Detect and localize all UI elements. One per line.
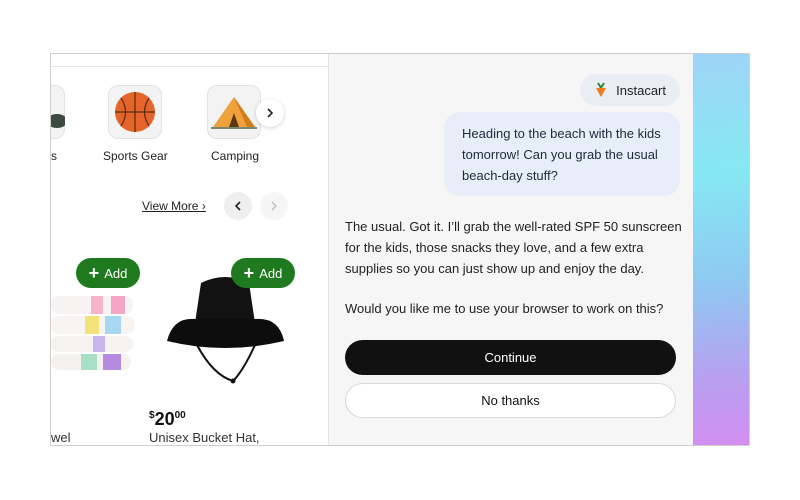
pill-label: Instacart: [616, 82, 666, 98]
product-name[interactable]: Unisex Bucket Hat,: [149, 430, 260, 445]
plus-icon: +: [243, 263, 255, 283]
chevron-right-icon: ›: [201, 199, 206, 213]
shop-panel: s Sports Gear Camping View More › + Add …: [51, 54, 328, 445]
continue-button[interactable]: Continue: [345, 340, 676, 375]
assistant-question: Would you like me to use your browser to…: [345, 301, 664, 316]
category-label-partial: s: [51, 149, 57, 163]
product-price: $2000: [149, 409, 186, 429]
assistant-chat-panel: Instacart Heading to the beach with the …: [328, 54, 693, 445]
divider: [51, 66, 328, 67]
no-thanks-button[interactable]: No thanks: [345, 383, 676, 418]
bucket-hat-icon: [167, 277, 284, 384]
carrot-icon: [596, 82, 607, 97]
no-thanks-button-label: No thanks: [481, 393, 540, 408]
add-button-label: Add: [259, 265, 283, 281]
view-more-link[interactable]: View More ›: [142, 199, 206, 213]
instacart-context-pill[interactable]: Instacart: [580, 74, 680, 106]
carousel-prev-button[interactable]: [224, 192, 252, 220]
assistant-message: The usual. Got it. I’ll grab the well-ra…: [345, 219, 682, 276]
categories-next-button[interactable]: [256, 99, 284, 127]
plus-icon: +: [88, 263, 100, 283]
browser-frame: s Sports Gear Camping View More › + Add …: [50, 53, 750, 446]
category-label-sports-gear: Sports Gear: [103, 149, 168, 163]
add-button-label: Add: [104, 265, 128, 281]
user-message-bubble: Heading to the beach with the kids tomor…: [444, 112, 680, 196]
category-camping[interactable]: [207, 85, 261, 139]
carousel-next-button[interactable]: [260, 192, 288, 220]
add-to-cart-button[interactable]: + Add: [76, 258, 140, 288]
chevron-right-icon: [271, 201, 278, 211]
chevron-left-icon: [234, 201, 241, 211]
chevron-right-icon: [267, 108, 274, 118]
tent-icon: [211, 97, 257, 129]
category-sports-gear[interactable]: [108, 85, 162, 139]
continue-button-label: Continue: [484, 350, 537, 365]
add-to-cart-button[interactable]: + Add: [231, 258, 295, 288]
user-message-text: Heading to the beach with the kids tomor…: [462, 126, 661, 183]
category-label-camping: Camping: [211, 149, 260, 163]
product-name: wel: [51, 430, 71, 445]
basketball-icon: [115, 92, 155, 132]
view-more-label: View More: [142, 199, 199, 213]
decorative-gradient: [693, 54, 749, 445]
striped-towel-icon: [51, 296, 135, 370]
partial-category-icon: [51, 114, 67, 128]
category-tile-partial[interactable]: [51, 85, 67, 139]
